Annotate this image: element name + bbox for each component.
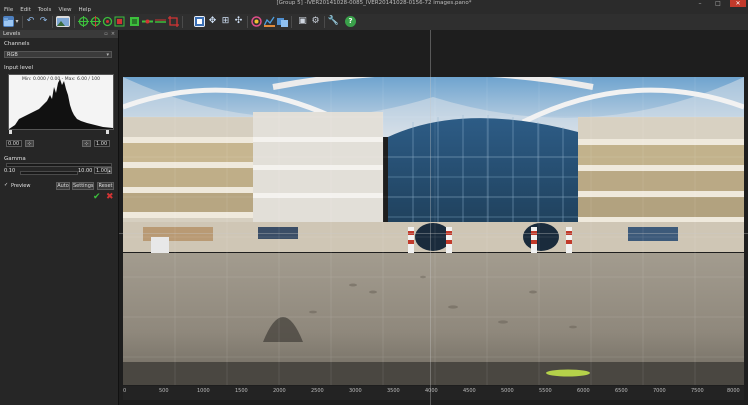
ruler-label: 4500 [463,388,476,394]
ruler-label: 4000 [425,388,438,394]
gamma-label: Gamma [4,156,26,162]
center-icon[interactable]: ⊞ [220,16,231,27]
panorama-image [123,77,744,385]
histogram-icon[interactable] [251,16,262,27]
maximize-button[interactable]: □ [712,0,724,7]
ruler-label: 2000 [273,388,286,394]
help-icon[interactable]: ? [345,16,356,27]
optimize-icon[interactable] [129,16,140,27]
channel-value: RGB [7,52,18,58]
panel-title: Levels [3,31,21,37]
gamma-spin-icon[interactable]: ▴ [107,167,112,174]
panel-titlebar: Levels ▫ × [0,30,118,38]
level-icon[interactable] [142,16,153,27]
ruler-label: 7000 [653,388,666,394]
ruler-label: 1000 [197,388,210,394]
ruler-label: 6500 [615,388,628,394]
preview-label: Preview [11,183,31,189]
ruler-label: 500 [159,388,169,394]
ruler-label: 8000 [727,388,740,394]
cp-move-icon[interactable] [102,16,113,27]
close-button[interactable]: ✕ [730,0,746,7]
gamma-max: 10.00 [78,168,93,174]
undo-icon[interactable]: ↶ [25,16,36,27]
ruler-label: 3500 [387,388,400,394]
ruler-label: 2500 [311,388,324,394]
close-panel-icon[interactable]: × [110,31,116,37]
open-folder-icon[interactable] [3,16,14,27]
ruler-label: 1500 [235,388,248,394]
redo-icon[interactable]: ↷ [38,16,49,27]
gamma-field[interactable]: 1.00 [94,167,108,174]
tools-icon[interactable]: ⚙ [310,16,321,27]
histogram-graph [9,79,113,129]
menu-tools[interactable]: Tools [38,7,52,14]
move-icon[interactable] [194,16,205,27]
menu-bar: File Edit Tools View Help [0,7,748,14]
horizontal-ruler: 0 500 1000 1500 2000 2500 3000 3500 4000… [123,386,744,400]
menu-edit[interactable]: Edit [20,7,31,14]
gamma-min: 0.10 [4,168,16,174]
crop-icon[interactable] [168,16,179,27]
window-title: [Group 5] -IVER20141028-0085_IVER2014102… [276,0,472,6]
pick-black-icon[interactable]: ⊹ [25,140,34,147]
levels-panel: Levels ▫ × Channels RGB ▾ Input level Mi… [0,30,119,405]
title-bar: [Group 5] -IVER20141028-0085_IVER2014102… [0,0,748,7]
pick-white-icon[interactable]: ⊹ [82,140,91,147]
dropdown-arrow-icon[interactable]: ▾ [14,16,20,27]
panorama-canvas[interactable]: 0 500 1000 1500 2000 2500 3000 3500 4000… [119,30,748,405]
horizontal-guide[interactable] [119,233,748,234]
checkmark-icon[interactable]: ✔ [93,192,101,202]
render-icon[interactable] [277,16,288,27]
channels-select[interactable]: RGB ▾ [4,51,112,58]
image-icon[interactable] [56,16,70,27]
channels-label: Channels [4,41,30,47]
window-controls: – □ ✕ [694,0,746,7]
color-icon[interactable]: ✣ [233,16,244,27]
ruler-label: 5000 [501,388,514,394]
wrench-icon[interactable]: 🔧 [328,16,339,27]
control-points-icon[interactable] [78,16,89,27]
mask-icon[interactable] [114,16,125,27]
chevron-down-icon: ▾ [106,52,109,58]
vertical-guide[interactable] [430,30,431,405]
ruler-label: 0 [123,388,127,394]
menu-file[interactable]: File [4,7,13,14]
input-max-field[interactable]: 1.00 [94,140,110,147]
menu-view[interactable]: View [58,7,71,14]
ruler-label: 3000 [349,388,362,394]
float-panel-icon[interactable]: ▫ [103,31,109,37]
ruler-label: 6000 [577,388,590,394]
gamma-track[interactable] [20,171,78,175]
input-min-field[interactable]: 0.00 [6,140,22,147]
settings-button[interactable]: Settings [72,182,94,190]
zoom-fit-icon[interactable]: ✥ [207,16,218,27]
input-level-label: Input level [4,65,34,71]
preview-checkbox[interactable]: ✓ [4,183,9,188]
ruler-label: 5500 [539,388,552,394]
histogram-view: Min: 0.000 / 0.00 - Max: 6.00 / 100 [8,74,114,130]
reset-button[interactable]: Reset [97,182,114,190]
minimize-button[interactable]: – [694,0,706,7]
cp-add-icon[interactable] [90,16,101,27]
auto-button[interactable]: Auto [56,182,70,190]
close-icon[interactable]: ✖ [106,192,114,202]
blend-icon[interactable] [264,16,275,27]
settings-icon[interactable]: ▣ [297,16,308,27]
input-max-marker[interactable] [106,130,109,134]
input-min-marker[interactable] [9,130,12,134]
ruler-label: 7500 [691,388,704,394]
toolbar: ▾ ↶ ↷ ✥ ⊞ ✣ ▣ ⚙ 🔧 ? [0,14,748,31]
menu-help[interactable]: Help [79,7,92,14]
horizon-icon[interactable] [155,16,166,27]
